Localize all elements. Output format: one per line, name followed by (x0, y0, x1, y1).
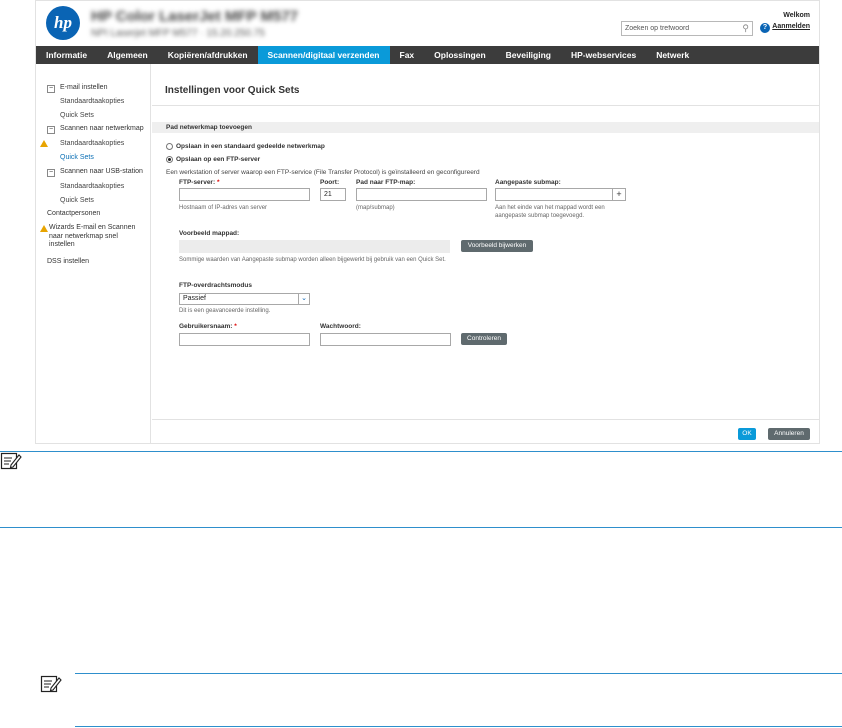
transfer-mode-label: FTP-overdrachtsmodus (179, 282, 252, 289)
cancel-button[interactable]: Annuleren (768, 428, 810, 440)
transfer-mode-select[interactable]: Passief ⌄ (179, 293, 310, 305)
page-title: Instellingen voor Quick Sets (165, 85, 300, 96)
sidebar-item-contacts[interactable]: Contactpersonen (47, 210, 100, 217)
divider (152, 105, 819, 106)
ok-button[interactable]: OK (738, 428, 756, 440)
tab-oplossingen[interactable]: Oplossingen (424, 46, 495, 64)
sidebar-item-dss-setup[interactable]: DSS instellen (47, 258, 89, 265)
password-input[interactable] (320, 333, 451, 346)
ftp-server-hint: Hostnaam of IP-adres van server (179, 205, 268, 211)
sidebar-item-folder-default-options[interactable]: Standaardtaakopties (60, 140, 124, 147)
header: hp HP Color LaserJet MFP M577 NPI Laserj… (36, 1, 819, 46)
search-box: ⚲ (621, 21, 753, 36)
signin-link[interactable]: Aanmelden (772, 23, 810, 30)
sidebar-item-email-quick-sets[interactable]: Quick Sets (60, 112, 94, 119)
printer-name: HP Color LaserJet MFP M577 (91, 8, 299, 25)
sidebar-item-quick-setup-wizards[interactable]: Wizards E-mail en Scannen naar netwerkma… (49, 224, 139, 250)
chevron-down-icon[interactable]: ⌄ (298, 294, 309, 304)
radio-ftp-server-label[interactable]: Opslaan op een FTP-server (176, 156, 260, 163)
radio-shared-folder[interactable] (166, 143, 173, 150)
tab-netwerk[interactable]: Netwerk (646, 46, 699, 64)
username-label-text: Gebruikersnaam: (179, 323, 233, 330)
sidebar-item-usb-default-options[interactable]: Standaardtaakopties (60, 183, 124, 190)
preview-label: Voorbeeld mappad: (179, 230, 240, 237)
verify-button[interactable]: Controleren (461, 333, 507, 345)
transfer-mode-hint: Dit is een geavanceerde instelling. (179, 308, 271, 314)
note-top-rule (75, 673, 842, 674)
section-title: Pad netwerkmap toevoegen (166, 124, 252, 131)
sidebar-item-scan-to-usb[interactable]: Scannen naar USB-station (60, 168, 143, 175)
printer-subtitle: NPI Laserjet MFP M577 · 15.20.250.75 (91, 28, 265, 39)
required-mark: * (216, 179, 220, 186)
note-icon (40, 674, 62, 693)
port-label: Poort: (320, 179, 340, 186)
tab-algemeen[interactable]: Algemeen (97, 46, 158, 64)
collapse-icon[interactable]: − (47, 85, 55, 93)
section-header (152, 122, 819, 133)
warning-icon (40, 140, 48, 147)
required-mark: * (234, 323, 237, 330)
help-icon[interactable]: ? (760, 23, 770, 33)
welcome-text: Welkom (783, 12, 810, 19)
note-icon (0, 451, 22, 470)
preview-path-display (179, 240, 450, 253)
ftp-server-label-text: FTP-server: (179, 179, 216, 186)
ftp-description: Een werkstation of server waarop een FTP… (166, 169, 480, 176)
sidebar: − E-mail instellen Standaardtaakopties Q… (36, 64, 151, 444)
note-top-rule (0, 451, 842, 452)
sidebar-item-folder-quick-sets[interactable]: Quick Sets (60, 154, 94, 161)
custom-subfolder-label: Aangepaste submap: (495, 179, 561, 186)
main-panel: Instellingen voor Quick Sets Pad netwerk… (152, 64, 819, 444)
sidebar-item-scan-to-folder[interactable]: Scannen naar netwerkmap (60, 125, 144, 132)
update-preview-button[interactable]: Voorbeeld bijwerken (461, 240, 533, 252)
sidebar-item-email-setup[interactable]: E-mail instellen (60, 84, 107, 91)
ftp-path-input[interactable] (356, 188, 487, 201)
tab-beveiliging[interactable]: Beveiliging (496, 46, 561, 64)
preview-hint: Sommige waarden van Aangepaste submap wo… (179, 257, 446, 263)
ftp-path-label: Pad naar FTP-map: (356, 179, 416, 186)
tab-kopieren-afdrukken[interactable]: Kopiëren/afdrukken (158, 46, 258, 64)
custom-subfolder-hint: Aan het einde van het mappad wordt een a… (495, 205, 605, 219)
collapse-icon[interactable]: − (47, 126, 55, 134)
warning-icon (40, 225, 48, 232)
ftp-server-label: FTP-server: * (179, 179, 219, 186)
main-nav: Informatie Algemeen Kopiëren/afdrukken S… (36, 46, 819, 64)
tab-scannen-digitaal-verzenden[interactable]: Scannen/digitaal verzenden (257, 46, 390, 64)
sidebar-item-usb-quick-sets[interactable]: Quick Sets (60, 197, 94, 204)
username-input[interactable] (179, 333, 310, 346)
search-icon[interactable]: ⚲ (742, 23, 749, 34)
transfer-mode-value: Passief (183, 295, 206, 302)
ftp-path-hint: (map/submap) (356, 205, 395, 211)
tab-informatie[interactable]: Informatie (36, 46, 97, 64)
password-label: Wachtwoord: (320, 323, 361, 330)
username-label: Gebruikersnaam: * (179, 323, 237, 330)
divider (152, 419, 819, 420)
radio-shared-folder-label[interactable]: Opslaan in een standaard gedeelde netwer… (176, 143, 325, 150)
note-bottom-rule (75, 726, 842, 727)
search-input[interactable] (622, 22, 734, 35)
hp-logo[interactable]: hp (46, 6, 80, 40)
radio-ftp-server[interactable] (166, 156, 173, 163)
add-subfolder-button[interactable]: + (613, 188, 626, 201)
collapse-icon[interactable]: − (47, 169, 55, 177)
ews-window: hp HP Color LaserJet MFP M577 NPI Laserj… (35, 0, 820, 444)
sidebar-item-email-default-options[interactable]: Standaardtaakopties (60, 98, 124, 105)
port-input[interactable] (320, 188, 346, 201)
custom-subfolder-input[interactable] (495, 188, 613, 201)
ftp-server-input[interactable] (179, 188, 310, 201)
note-bottom-rule (0, 527, 842, 528)
tab-hp-webservices[interactable]: HP-webservices (561, 46, 646, 64)
tab-fax[interactable]: Fax (390, 46, 425, 64)
